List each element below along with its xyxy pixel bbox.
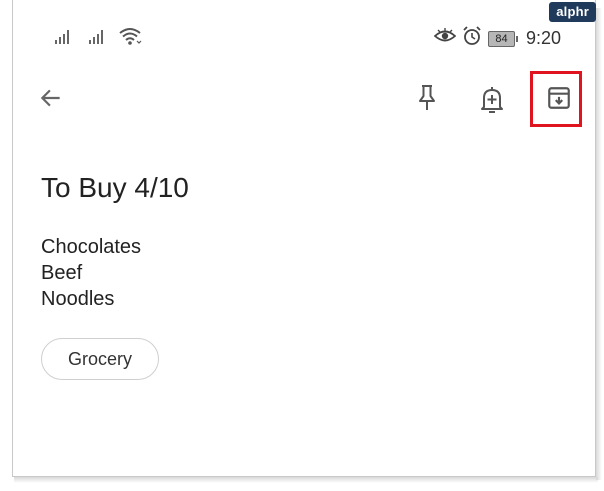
label-chip-grocery[interactable]: Grocery (41, 338, 159, 380)
pin-icon[interactable] (413, 84, 441, 112)
alarm-icon (462, 26, 482, 51)
add-reminder-icon[interactable] (478, 84, 506, 116)
screen-shadow (596, 8, 602, 480)
note-line: Chocolates (41, 236, 142, 258)
status-time: 9:20 (525, 28, 561, 48)
battery-icon: 84 (487, 30, 518, 47)
status-right: 84 9:20 (433, 26, 561, 51)
signal-icon (89, 30, 111, 49)
phone-screen: 84 9:20 To Buy 4/10 Chocolates Beef Nood… (12, 0, 596, 477)
signal-icon (55, 30, 77, 49)
eye-icon (433, 28, 457, 49)
battery-level: 84 (487, 30, 515, 47)
watermark-logo: alphr (549, 2, 596, 22)
archive-highlight-box (530, 71, 582, 127)
note-line: Noodles (41, 288, 115, 310)
back-arrow-icon[interactable] (37, 84, 65, 112)
note-line: Beef (41, 262, 83, 284)
wifi-icon (118, 26, 142, 51)
note-title[interactable]: To Buy 4/10 (41, 172, 189, 204)
screen-shadow (14, 477, 598, 483)
status-bar: 84 9:20 (13, 24, 595, 50)
note-body[interactable]: Chocolates Beef Noodles (41, 234, 141, 312)
